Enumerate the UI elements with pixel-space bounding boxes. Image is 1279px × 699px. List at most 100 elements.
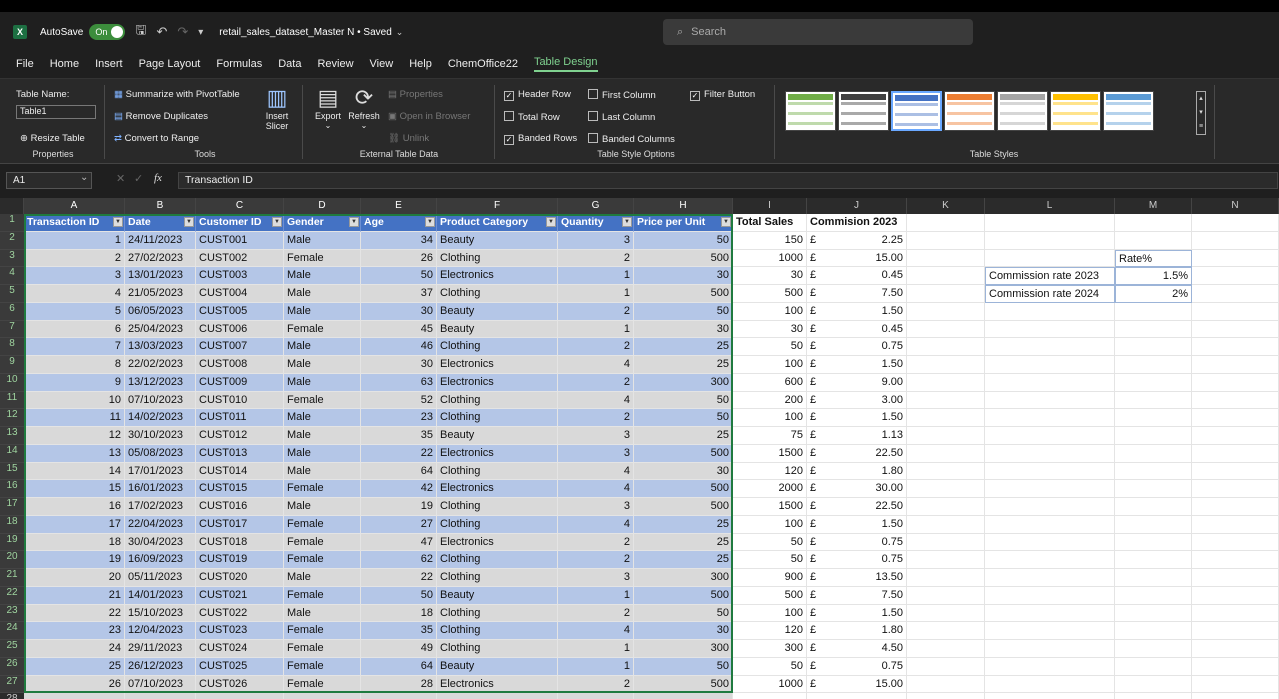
commission-cell[interactable]: £13.50 <box>807 569 907 587</box>
table-cell[interactable]: CUST007 <box>196 338 284 356</box>
row-header[interactable]: 15 <box>0 462 24 481</box>
empty-cell[interactable] <box>985 533 1115 552</box>
commission-cell[interactable]: £1.13 <box>807 427 907 445</box>
table-cell[interactable]: Male <box>284 427 361 445</box>
row-header[interactable]: 18 <box>0 515 24 534</box>
empty-cell[interactable] <box>985 302 1115 321</box>
column-header-B[interactable]: B <box>125 198 196 214</box>
total-sales-cell[interactable]: 50 <box>733 551 807 569</box>
empty-cell[interactable] <box>907 657 985 676</box>
row-header[interactable]: 19 <box>0 533 24 552</box>
table-cell[interactable]: CUST020 <box>196 569 284 587</box>
total-sales-cell[interactable]: 30 <box>733 267 807 285</box>
total-sales-cell[interactable]: 900 <box>733 569 807 587</box>
table-cell[interactable]: Clothing <box>437 569 558 587</box>
table-cell[interactable]: 2 <box>24 249 125 268</box>
total-sales-cell[interactable]: 1500 <box>733 498 807 516</box>
commission-cell[interactable]: £2.25 <box>807 231 907 250</box>
empty-cell[interactable] <box>1115 604 1192 623</box>
table-cell[interactable]: CUST010 <box>196 391 284 410</box>
column-header-K[interactable]: K <box>907 198 985 214</box>
empty-cell[interactable] <box>1192 214 1279 232</box>
empty-cell[interactable] <box>907 249 985 268</box>
table-style-swatch[interactable] <box>891 91 942 131</box>
table-cell[interactable]: 4 <box>558 622 634 640</box>
table-cell[interactable]: 24 <box>24 640 125 658</box>
menu-tab-help[interactable]: Help <box>409 58 432 70</box>
empty-cell[interactable] <box>1115 214 1192 232</box>
empty-cell[interactable] <box>985 551 1115 569</box>
menu-tab-table-design[interactable]: Table Design <box>533 56 598 72</box>
table-cell[interactable]: 2 <box>558 249 634 268</box>
empty-cell[interactable] <box>907 675 985 694</box>
table-cell[interactable]: 500 <box>634 498 733 516</box>
table-cell[interactable]: Beauty <box>437 231 558 250</box>
filter-dropdown-icon[interactable]: ▼ <box>184 217 194 227</box>
table-cell[interactable]: 20 <box>24 569 125 587</box>
table-cell[interactable]: 35 <box>361 427 437 445</box>
menu-tab-view[interactable]: View <box>370 58 394 70</box>
column-header-A[interactable]: A <box>24 198 125 214</box>
table-cell[interactable]: CUST001 <box>196 231 284 250</box>
table-cell[interactable]: 52 <box>361 391 437 410</box>
empty-cell[interactable] <box>907 267 985 285</box>
empty-cell[interactable] <box>1192 515 1279 534</box>
summarize-pivot-button[interactable]: ▦ Summarize with PivotTable <box>114 89 240 100</box>
table-cell[interactable]: Electronics <box>437 675 558 694</box>
chevron-up-icon[interactable]: ▴ <box>1197 92 1205 106</box>
table-cell[interactable]: Beauty <box>437 427 558 445</box>
empty-cell[interactable] <box>1192 249 1279 268</box>
table-cell[interactable]: 25/04/2023 <box>125 320 196 339</box>
table-cell[interactable]: 2 <box>558 373 634 392</box>
table-cell[interactable]: CUST017 <box>196 515 284 534</box>
table-cell[interactable]: 3 <box>558 427 634 445</box>
commission-cell[interactable]: £0.75 <box>807 657 907 676</box>
table-cell[interactable]: Male <box>284 285 361 303</box>
refresh-button[interactable]: ⟳ Refresh ⌄ <box>346 85 382 130</box>
table-cell[interactable]: Beauty <box>437 657 558 676</box>
unlink-button[interactable]: ⛓ Unlink <box>388 133 429 144</box>
empty-cell[interactable] <box>907 391 985 410</box>
commission-rate-2024-label[interactable]: Commission rate 2024 <box>985 285 1115 303</box>
table-cell[interactable]: Female <box>284 249 361 268</box>
table-cell[interactable]: CUST024 <box>196 640 284 658</box>
empty-cell[interactable] <box>1115 480 1192 498</box>
table-cell[interactable]: CUST022 <box>196 604 284 623</box>
table-cell[interactable]: 07/10/2023 <box>125 391 196 410</box>
total-sales-cell[interactable]: 2000 <box>733 480 807 498</box>
empty-cell[interactable] <box>985 604 1115 623</box>
cancel-icon[interactable]: ✕ <box>116 172 125 185</box>
redo-icon[interactable]: ↷ <box>177 24 188 40</box>
table-cell[interactable]: 300 <box>634 640 733 658</box>
table-cell[interactable]: 12/04/2023 <box>125 622 196 640</box>
empty-cell[interactable] <box>1115 657 1192 676</box>
total-sales-cell[interactable]: 50 <box>733 338 807 356</box>
empty-cell[interactable] <box>907 693 985 699</box>
remove-duplicates-button[interactable]: ▤ Remove Duplicates <box>114 111 208 122</box>
table-cell[interactable]: 30 <box>361 302 437 321</box>
table-cell[interactable]: 30 <box>634 622 733 640</box>
empty-cell[interactable] <box>985 462 1115 481</box>
total-sales-cell[interactable]: 150 <box>733 231 807 250</box>
table-cell[interactable]: 13/01/2023 <box>125 267 196 285</box>
empty-cell[interactable] <box>985 498 1115 516</box>
empty-cell[interactable] <box>985 693 1115 699</box>
row-header[interactable]: 21 <box>0 569 24 587</box>
empty-cell[interactable] <box>1115 409 1192 427</box>
table-cell[interactable]: Electronics <box>437 480 558 498</box>
first-column-checkbox[interactable]: First Column <box>588 89 656 101</box>
table-cell[interactable]: Clothing <box>437 515 558 534</box>
last-column-checkbox[interactable]: Last Column <box>588 111 655 123</box>
empty-cell[interactable] <box>558 693 634 699</box>
table-cell[interactable]: 2 <box>558 302 634 321</box>
table-cell[interactable]: 47 <box>361 533 437 552</box>
table-cell[interactable]: Male <box>284 338 361 356</box>
table-cell[interactable]: 4 <box>558 462 634 481</box>
menu-tab-chemoffice22[interactable]: ChemOffice22 <box>448 58 518 70</box>
table-cell[interactable]: 25 <box>634 551 733 569</box>
table-cell[interactable]: 26 <box>24 675 125 694</box>
table-cell[interactable]: 30 <box>361 356 437 374</box>
table-cell[interactable]: 50 <box>361 586 437 605</box>
table-style-swatch[interactable] <box>1050 91 1101 131</box>
table-cell[interactable]: Clothing <box>437 640 558 658</box>
